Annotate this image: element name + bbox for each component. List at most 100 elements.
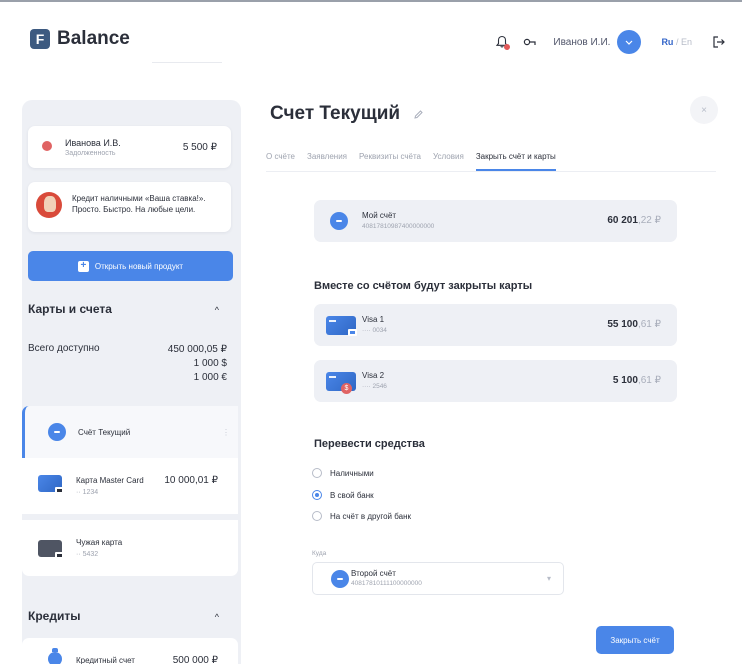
currency: ₽ bbox=[654, 319, 661, 330]
card-number: ···· 2546 bbox=[362, 383, 387, 390]
chevron-up-icon[interactable]: ^ bbox=[215, 612, 219, 622]
header-divider bbox=[152, 62, 222, 63]
available-label: Всего доступно bbox=[28, 343, 100, 354]
target-label: Куда bbox=[312, 550, 327, 557]
card-name: Visa 2 bbox=[362, 371, 385, 380]
logo-icon: F bbox=[30, 29, 50, 49]
radio-other-bank[interactable]: На счёт в другой банк bbox=[312, 511, 411, 521]
radio-label: Наличными bbox=[330, 468, 374, 478]
amount-integer: 60 201 bbox=[607, 215, 638, 226]
account-amount: 10 000,01 ₽ bbox=[164, 475, 218, 486]
card-panel-visa2: $ Visa 2 ···· 2546 5 100,61 ₽ bbox=[314, 360, 677, 402]
account-icon bbox=[330, 212, 348, 230]
radio-cash[interactable]: Наличными bbox=[312, 468, 374, 478]
app-title: Balance bbox=[57, 28, 130, 49]
edit-pencil-icon[interactable] bbox=[413, 109, 424, 123]
tab-close-account[interactable]: Закрыть счёт и карты bbox=[475, 152, 556, 171]
card-amount: 5 100,61 ₽ bbox=[613, 375, 661, 386]
more-vertical-icon[interactable]: ⋮ bbox=[222, 428, 230, 437]
close-account-button[interactable]: Закрыть счёт bbox=[596, 626, 674, 654]
account-name: Счёт Текущий bbox=[78, 428, 131, 437]
lang-en[interactable]: En bbox=[681, 37, 692, 47]
account-name: Чужая карта bbox=[76, 538, 123, 547]
radio-button[interactable] bbox=[312, 490, 322, 500]
card-icon bbox=[38, 475, 64, 494]
close-button[interactable]: × bbox=[690, 96, 718, 124]
amount-fraction: ,61 bbox=[637, 375, 652, 386]
target-account-number: 40817810111100000000 bbox=[351, 580, 422, 587]
card-icon: $ bbox=[326, 372, 356, 394]
radio-label: На счёт в другой банк bbox=[330, 511, 412, 521]
target-account-select[interactable]: Второй счёт 40817810111100000000 ▾ bbox=[312, 562, 564, 595]
radio-button[interactable] bbox=[312, 468, 322, 478]
account-item-foreign-card[interactable]: Чужая карта ·· 5432 bbox=[22, 520, 238, 576]
debt-name: Иванова И.В. bbox=[65, 138, 121, 148]
logout-icon[interactable] bbox=[710, 33, 728, 51]
amount-integer: 55 100 bbox=[607, 319, 638, 330]
account-name: Карта Master Card bbox=[76, 476, 144, 485]
cards-to-close-heading: Вместе со счётом будут закрыты карты bbox=[314, 280, 533, 292]
notification-dot bbox=[504, 44, 511, 50]
promo-banner[interactable]: Кредит наличными «Ваша ставка!». Просто.… bbox=[28, 182, 231, 232]
chevron-down-icon: ▾ bbox=[546, 574, 551, 583]
infinity-icon[interactable] bbox=[521, 33, 539, 51]
account-number: ·· 1234 bbox=[76, 489, 99, 496]
debt-amount: 5 500 ₽ bbox=[182, 142, 217, 153]
page-title: Счет Текущий bbox=[270, 103, 401, 124]
app-logo[interactable]: F Balance bbox=[30, 28, 130, 50]
sidebar: Иванова И.В. Задолженность 5 500 ₽ Креди… bbox=[22, 100, 241, 664]
plus-icon: + bbox=[77, 260, 89, 272]
radio-own-bank[interactable]: В свой банк bbox=[312, 490, 374, 500]
lang-ru[interactable]: Ru bbox=[661, 37, 673, 47]
tab-statements[interactable]: Заявления bbox=[307, 152, 347, 171]
main-content: Счет Текущий × О счёте Заявления Реквизи… bbox=[266, 72, 742, 664]
radio-label: В свой банк bbox=[330, 490, 374, 500]
account-number: ·· 5432 bbox=[76, 551, 99, 558]
promo-text: Кредит наличными «Ваша ставка!». Просто.… bbox=[72, 194, 206, 214]
money-bag-icon bbox=[48, 648, 62, 664]
card-panel-visa1: Visa 1 ···· 0034 55 100,61 ₽ bbox=[314, 304, 677, 346]
cards-section-title: Карты и счета bbox=[28, 302, 112, 316]
tab-requisites[interactable]: Реквизиты счёта bbox=[359, 152, 421, 171]
tabs: О счёте Заявления Реквизиты счёта Услови… bbox=[266, 152, 568, 171]
account-item-current[interactable]: Счёт Текущий ⋮ bbox=[22, 406, 238, 458]
open-new-product-button[interactable]: + Открыть новый продукт bbox=[28, 251, 233, 281]
available-usd: 1 000 $ bbox=[193, 358, 227, 369]
available-eur: 1 000 € bbox=[193, 372, 227, 383]
credit-amount: 500 000 ₽ bbox=[172, 655, 218, 664]
radio-button[interactable] bbox=[312, 511, 322, 521]
currency: ₽ bbox=[654, 215, 661, 226]
debt-card[interactable]: Иванова И.В. Задолженность 5 500 ₽ bbox=[28, 126, 231, 168]
debt-subtitle: Задолженность bbox=[65, 150, 116, 157]
tab-about[interactable]: О счёте bbox=[266, 152, 295, 171]
bank-card-icon bbox=[38, 540, 64, 559]
chevron-down-icon bbox=[626, 40, 633, 45]
available-values: 450 000,05 ₽ 1 000 $ 1 000 € bbox=[168, 343, 227, 385]
amount-fraction: ,22 bbox=[637, 215, 652, 226]
my-account-amount: 60 201,22 ₽ bbox=[607, 215, 661, 226]
debt-status-icon bbox=[42, 141, 52, 151]
credit-name: Кредитный счет bbox=[76, 656, 135, 664]
card-amount: 55 100,61 ₽ bbox=[607, 319, 661, 330]
dollar-badge-icon: $ bbox=[341, 383, 352, 394]
target-account-name: Второй счёт bbox=[351, 569, 396, 578]
transfer-heading: Перевести средства bbox=[314, 438, 425, 450]
account-icon bbox=[331, 570, 349, 588]
language-switcher[interactable]: Ru / En bbox=[661, 37, 692, 47]
user-menu-toggle[interactable] bbox=[617, 30, 642, 54]
card-icon bbox=[326, 316, 357, 336]
app-header: F Balance Иванов И.И. Ru / En bbox=[0, 2, 742, 72]
available-rub: 450 000,05 ₽ bbox=[167, 344, 227, 355]
my-account-name: Мой счёт bbox=[362, 211, 397, 220]
chevron-up-icon[interactable]: ^ bbox=[215, 305, 219, 315]
open-new-product-label: Открыть новый продукт bbox=[94, 261, 184, 271]
account-item-mastercard[interactable]: Карта Master Card ·· 1234 10 000,01 ₽ bbox=[22, 458, 238, 514]
amount-integer: 5 100 bbox=[612, 375, 638, 386]
credit-item[interactable]: Кредитный счет 500 000 ₽ bbox=[22, 638, 238, 664]
tabs-divider bbox=[266, 171, 716, 172]
bell-icon[interactable] bbox=[493, 33, 511, 51]
promo-image bbox=[36, 192, 62, 218]
card-name: Visa 1 bbox=[362, 315, 385, 324]
tab-conditions[interactable]: Условия bbox=[433, 152, 464, 171]
user-name[interactable]: Иванов И.И. bbox=[553, 37, 610, 48]
